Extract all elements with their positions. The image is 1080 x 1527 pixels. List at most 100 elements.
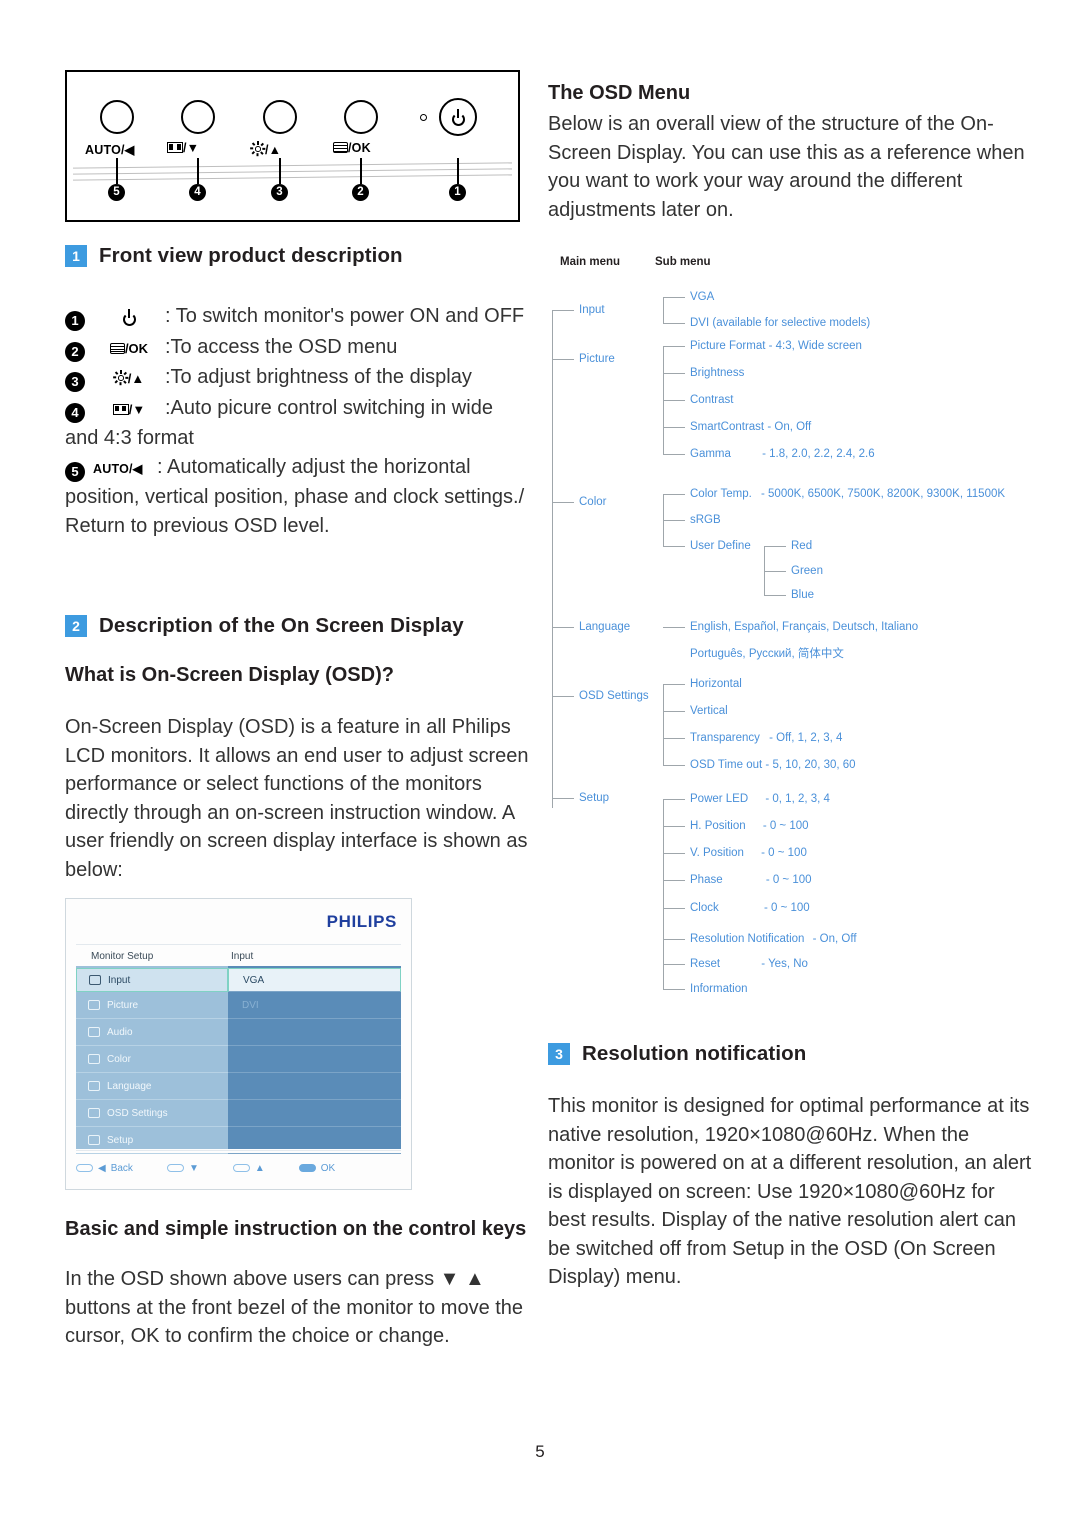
tree-sub-dvi: DVI (available for selective models) bbox=[690, 317, 871, 329]
key-badge-3: 3 bbox=[65, 372, 85, 392]
osd-sub-item-blank-1 bbox=[228, 1019, 401, 1046]
key-pill-filled-icon bbox=[298, 1164, 316, 1172]
tree-main-osd-settings: OSD Settings bbox=[579, 690, 649, 702]
key-badge-1: 1 bbox=[65, 311, 85, 331]
osd-menu-item-language[interactable]: Language bbox=[76, 1073, 228, 1100]
front-panel-diagram: AUTO/◀ /▼ /▲ /OK 5 4 3 2 1 bbox=[65, 70, 520, 222]
tree-sub-red: Red bbox=[791, 540, 813, 552]
left-column: AUTO/◀ /▼ /▲ /OK 5 4 3 2 1 1 Front view … bbox=[65, 70, 535, 1351]
osd-footer-down[interactable]: ▼ bbox=[166, 1163, 199, 1174]
control-keys-text-end: to confirm the choice or change. bbox=[165, 1325, 450, 1347]
tick-5 bbox=[116, 158, 118, 184]
osd-menu-item-input[interactable]: Input bbox=[76, 968, 228, 992]
tree-sub-clock: Clock - 0 ~ 100 bbox=[690, 902, 810, 914]
control-keys-text-before: In the OSD shown above users can press bbox=[65, 1268, 435, 1290]
bullet-4: 4 bbox=[189, 184, 206, 201]
button-brightness bbox=[263, 100, 297, 134]
tree-conn-osd-settings bbox=[552, 696, 574, 698]
tree-sub-h-position: H. Position - 0 ~ 100 bbox=[690, 820, 809, 832]
osd-menu-item-color[interactable]: Color bbox=[76, 1046, 228, 1073]
bezel-line-3 bbox=[73, 174, 512, 181]
tree-trunk bbox=[552, 310, 554, 808]
osd-sub-item-blank-4 bbox=[228, 1100, 401, 1127]
key-row-5: 5 AUTO/◀ : Automatically adjust the hori… bbox=[65, 453, 535, 484]
osd-header-bar: Monitor Setup Input bbox=[76, 944, 401, 968]
tree-leaf-conn-v-position bbox=[663, 853, 685, 855]
key-row-4: 4 /▼ :Auto picure control switching in w… bbox=[65, 394, 535, 425]
tree-leaf-conn-red bbox=[764, 546, 786, 548]
control-key-list: 1 : To switch monitor's power ON and OFF… bbox=[65, 302, 535, 540]
tree-leaf-conn-user-define bbox=[663, 546, 685, 548]
osd-footer-ok[interactable]: OK bbox=[298, 1163, 335, 1174]
tree-sub-picture-format-values: - 4:3, Wide screen bbox=[768, 340, 862, 352]
tree-main-picture: Picture bbox=[579, 353, 615, 365]
key-badge-5: 5 bbox=[65, 461, 85, 482]
tree-branch-input bbox=[663, 297, 665, 323]
tree-sub-vga: VGA bbox=[690, 291, 715, 303]
tree-leaf-conn-blue bbox=[764, 595, 786, 597]
osd-menu-item-audio[interactable]: Audio bbox=[76, 1019, 228, 1046]
label-auto: AUTO/◀ bbox=[85, 143, 135, 157]
osd-body: Input Picture Audio Color Language OSD S… bbox=[76, 966, 401, 1154]
key-row-1: 1 : To switch monitor's power ON and OFF bbox=[65, 302, 535, 333]
section-1-title: Front view product description bbox=[99, 244, 403, 267]
right-column: The OSD Menu Below is an overall view of… bbox=[548, 82, 1033, 1292]
brightness-sun-icon bbox=[113, 370, 129, 386]
tree-sub-phase-values: - 0 ~ 100 bbox=[765, 874, 812, 886]
tree-sub-reset-label: Reset bbox=[690, 958, 721, 970]
tree-sub-transparency-values: - Off, 1, 2, 3, 4 bbox=[769, 732, 843, 744]
section-2-badge: 2 bbox=[65, 615, 87, 637]
tree-sub-power-led-label: Power LED bbox=[690, 793, 749, 805]
tree-leaf-conn-h-position bbox=[663, 826, 685, 828]
tree-sub-resolution-notification: Resolution Notification - On, Off bbox=[690, 933, 857, 945]
osd-menu-intro-paragraph: Below is an overall view of the structur… bbox=[548, 113, 1025, 221]
power-icon bbox=[451, 109, 466, 125]
tree-leaf-conn-power-led bbox=[663, 799, 685, 801]
tree-leaf-conn-information bbox=[663, 989, 685, 991]
color-icon bbox=[88, 1054, 100, 1064]
key-pill-icon bbox=[76, 1164, 93, 1172]
brightness-up-icon: /▲ bbox=[93, 365, 165, 394]
language-icon bbox=[88, 1081, 100, 1091]
osd-main-menu-list: Input Picture Audio Color Language OSD S… bbox=[76, 966, 228, 1154]
wide-picture-icon bbox=[112, 403, 129, 415]
tree-sub-gamma-values: - 1.8, 2.0, 2.2, 2.4, 2.6 bbox=[762, 448, 875, 460]
osd-sub-item-vga[interactable]: VGA bbox=[228, 968, 401, 992]
tree-leaf-conn-vertical bbox=[663, 711, 685, 713]
osd-header-left: Monitor Setup bbox=[91, 950, 154, 962]
menu-icon bbox=[333, 142, 348, 153]
label-menu-ok: /OK bbox=[333, 142, 371, 155]
tree-sub-reset: Reset - Yes, No bbox=[690, 958, 808, 970]
osd-menu-item-picture[interactable]: Picture bbox=[76, 992, 228, 1019]
button-power bbox=[439, 98, 477, 136]
bullet-5: 5 bbox=[108, 184, 125, 201]
tree-main-setup: Setup bbox=[579, 792, 610, 804]
resolution-notification-paragraph: This monitor is designed for optimal per… bbox=[548, 1095, 1032, 1288]
ok-label: OK bbox=[130, 1325, 160, 1347]
setup-icon bbox=[88, 1135, 100, 1145]
tree-leaf-conn-smartcontrast bbox=[663, 427, 685, 429]
button-auto bbox=[100, 100, 134, 134]
key-text-2: :To access the OSD menu bbox=[165, 335, 398, 358]
osd-sub-item-blank-3 bbox=[228, 1073, 401, 1100]
tree-sub-h-position-label: H. Position bbox=[690, 820, 746, 832]
tree-conn-language bbox=[552, 627, 574, 629]
key-text-5-continued: position, vertical position, phase and c… bbox=[65, 486, 525, 537]
down-arrow-icon: ▼ bbox=[439, 1268, 460, 1290]
wide-picture-icon bbox=[167, 142, 183, 153]
tree-branch-osd-settings bbox=[663, 684, 665, 765]
key-row-2: 2 /OK :To access the OSD menu bbox=[65, 333, 535, 364]
bezel-line-1 bbox=[73, 162, 512, 169]
osd-header-right: Input bbox=[231, 950, 254, 962]
tree-branch-setup bbox=[663, 799, 665, 989]
osd-footer-back[interactable]: ◀ Back bbox=[76, 1163, 133, 1174]
tree-sub-blue: Blue bbox=[791, 589, 815, 601]
key-text-4: :Auto picure control switching in wide bbox=[165, 396, 493, 419]
tree-conn-input bbox=[552, 310, 574, 312]
menu-icon bbox=[109, 342, 125, 354]
osd-footer-up[interactable]: ▲ bbox=[232, 1163, 265, 1174]
tree-sub-resolution-notification-values: - On, Off bbox=[812, 933, 857, 945]
osd-sub-item-dvi[interactable]: DVI bbox=[228, 992, 401, 1019]
tree-sub-gamma-label: Gamma bbox=[690, 448, 731, 460]
osd-menu-item-osd-settings[interactable]: OSD Settings bbox=[76, 1100, 228, 1127]
